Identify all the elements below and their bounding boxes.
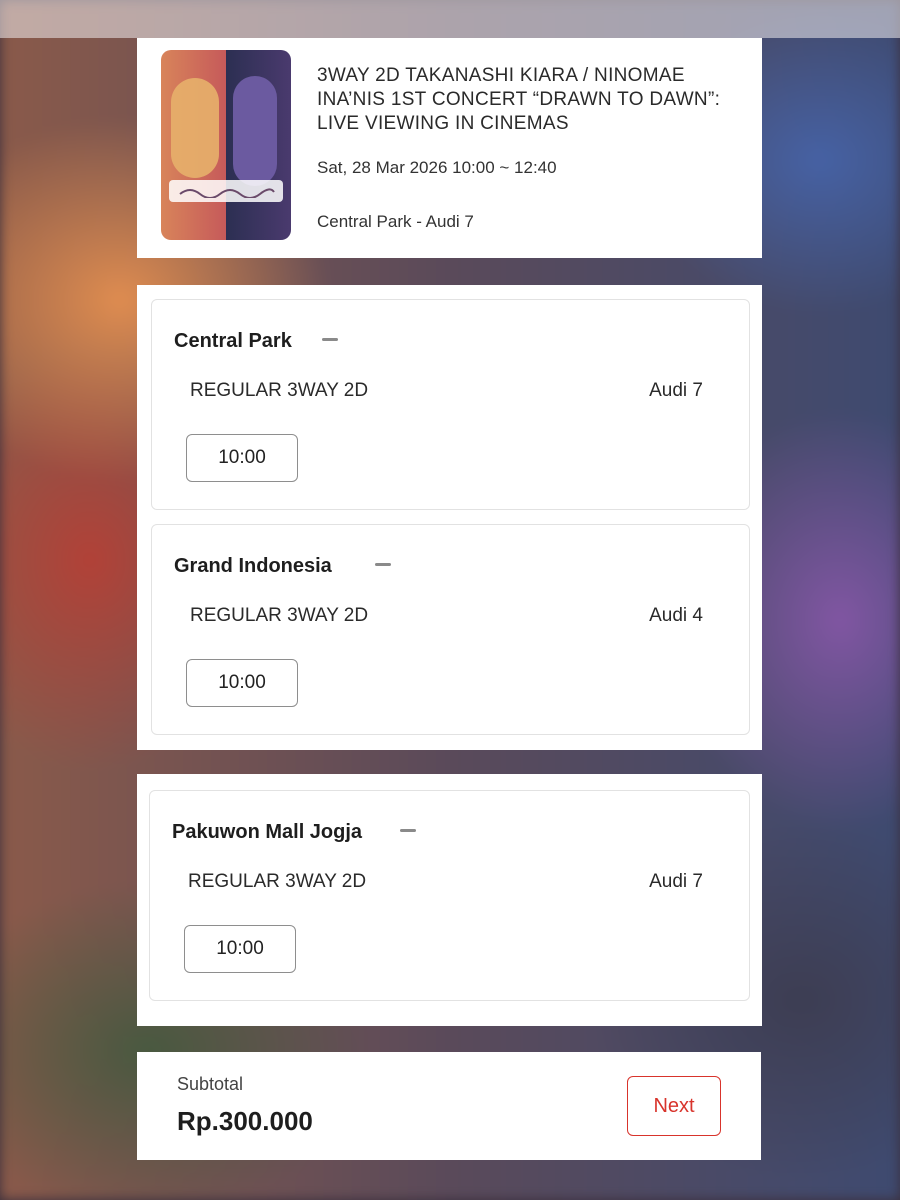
- next-button[interactable]: Next: [627, 1076, 721, 1136]
- showtime-format: REGULAR 3WAY 2D: [190, 605, 369, 626]
- collapse-icon[interactable]: [375, 563, 391, 566]
- checkout-footer: Subtotal Rp.300.000 Next: [137, 1052, 761, 1160]
- audi-label: Audi 7: [649, 871, 703, 892]
- cinema-list-card: Central Park REGULAR 3WAY 2D Audi 7 10:0…: [137, 285, 762, 750]
- event-poster-image: [161, 50, 291, 240]
- poster-right-character: [233, 76, 277, 186]
- showtime-format: REGULAR 3WAY 2D: [190, 380, 369, 401]
- subtotal-value: Rp.300.000: [177, 1106, 313, 1136]
- cinema-name: Pakuwon Mall Jogja: [172, 821, 363, 843]
- cinema-block-grand-indonesia: Grand Indonesia REGULAR 3WAY 2D Audi 4 1…: [151, 524, 750, 735]
- audi-label: Audi 4: [649, 605, 703, 626]
- showtime-button[interactable]: 10:00: [184, 925, 296, 973]
- event-header-card: 3WAY 2D TAKANASHI KIARA / NINOMAE INA’NI…: [137, 38, 762, 258]
- cinema-name: Central Park: [174, 330, 292, 352]
- subtotal-label: Subtotal: [177, 1074, 244, 1094]
- event-venue: Central Park - Audi 7: [317, 212, 474, 231]
- cinema-list-card: Pakuwon Mall Jogja REGULAR 3WAY 2D Audi …: [137, 774, 762, 1026]
- status-bar-area: [0, 0, 900, 38]
- cinema-block-central-park: Central Park REGULAR 3WAY 2D Audi 7 10:0…: [151, 299, 750, 510]
- poster-left-character: [171, 78, 219, 178]
- poster-logo-image: [169, 180, 283, 202]
- cinema-block-pakuwon-mall-jogja: Pakuwon Mall Jogja REGULAR 3WAY 2D Audi …: [149, 790, 750, 1001]
- event-title: 3WAY 2D TAKANASHI KIARA / NINOMAE INA’NI…: [317, 65, 721, 134]
- collapse-icon[interactable]: [400, 829, 416, 832]
- showtime-format: REGULAR 3WAY 2D: [188, 871, 367, 892]
- showtime-button[interactable]: 10:00: [186, 659, 298, 707]
- event-datetime: Sat, 28 Mar 2026 10:00 ~ 12:40: [317, 158, 557, 177]
- cinema-name: Grand Indonesia: [174, 555, 332, 577]
- showtime-button[interactable]: 10:00: [186, 434, 298, 482]
- audi-label: Audi 7: [649, 380, 703, 401]
- collapse-icon[interactable]: [322, 338, 338, 341]
